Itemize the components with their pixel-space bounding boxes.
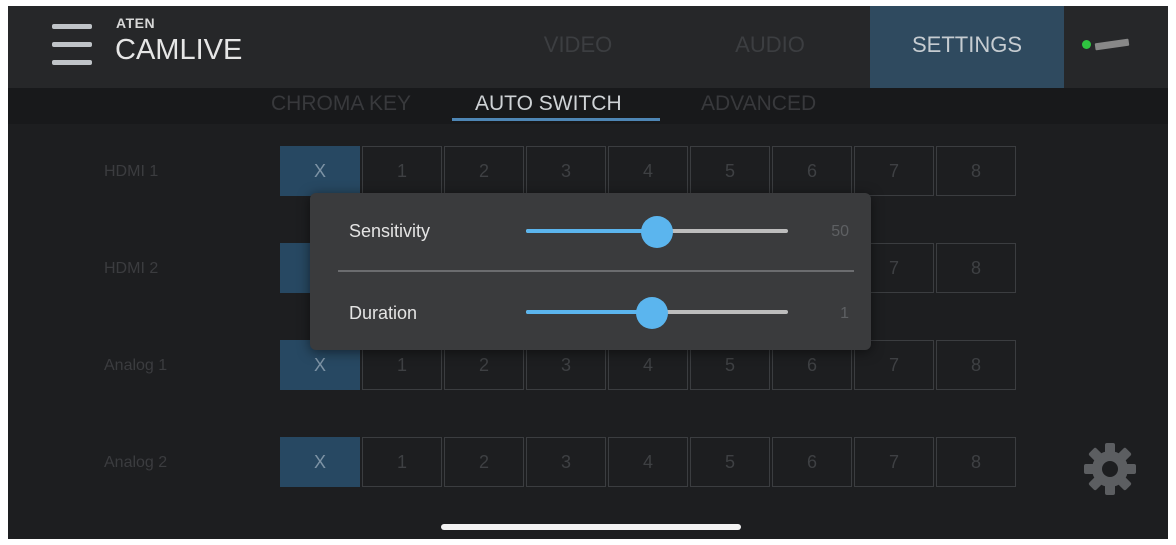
source-button-1[interactable]: 1 (362, 146, 442, 196)
source-button-8[interactable]: 8 (936, 340, 1016, 390)
source-button-5[interactable]: 5 (690, 437, 770, 487)
slider-thumb[interactable] (635, 297, 668, 329)
gear-icon[interactable] (1082, 441, 1138, 497)
row-label-analog-2: Analog 2 (104, 454, 168, 471)
tab-video[interactable]: VIDEO (488, 6, 668, 88)
active-tab-underline (452, 118, 660, 121)
device-status-icon (1082, 38, 1130, 52)
status-indicator (1082, 40, 1091, 49)
source-button-6[interactable]: 6 (772, 437, 852, 487)
tab-advanced[interactable]: ADVANCED (701, 92, 816, 116)
brand-logo: ATEN (116, 15, 156, 31)
source-button-8[interactable]: 8 (936, 437, 1016, 487)
source-button-7[interactable]: 7 (854, 437, 934, 487)
hamburger-menu-icon[interactable] (52, 24, 92, 68)
source-button-x[interactable]: X (280, 146, 360, 196)
source-button-2[interactable]: 2 (444, 146, 524, 196)
duration-label: Duration (349, 303, 418, 323)
button-row-analog-2: X 1 2 3 4 5 6 7 8 (280, 437, 1018, 489)
auto-switch-settings-popup: Sensitivity 50 Duration 1 (310, 193, 871, 350)
sensitivity-value: 50 (831, 223, 849, 240)
source-button-2[interactable]: 2 (444, 437, 524, 487)
app-screen: ATEN CAMLIVE VIDEO AUDIO SETTINGS CHROMA… (8, 6, 1168, 539)
tab-auto-switch[interactable]: AUTO SWITCH (475, 92, 622, 116)
slider-fill (526, 229, 657, 233)
button-row-hdmi-1: X 1 2 3 4 5 6 7 8 (280, 146, 1018, 198)
duration-slider[interactable] (526, 297, 788, 329)
source-button-8[interactable]: 8 (936, 146, 1016, 196)
tab-audio[interactable]: AUDIO (680, 6, 860, 88)
source-button-6[interactable]: 6 (772, 146, 852, 196)
sub-tab-bar: CHROMA KEY AUTO SWITCH ADVANCED (8, 88, 1168, 124)
device-icon (1094, 38, 1130, 51)
source-button-4[interactable]: 4 (608, 437, 688, 487)
source-button-8[interactable]: 8 (936, 243, 1016, 293)
sensitivity-label: Sensitivity (349, 221, 431, 241)
source-button-3[interactable]: 3 (526, 146, 606, 196)
source-button-x[interactable]: X (280, 437, 360, 487)
divider (338, 270, 854, 272)
tab-settings[interactable]: SETTINGS (870, 6, 1064, 88)
sensitivity-slider[interactable] (526, 216, 788, 248)
source-button-7[interactable]: 7 (854, 146, 934, 196)
slider-fill (526, 310, 652, 314)
home-indicator[interactable] (441, 524, 741, 530)
app-name: CAMLIVE (115, 34, 243, 66)
source-button-5[interactable]: 5 (690, 146, 770, 196)
duration-value: 1 (840, 305, 849, 322)
tab-chroma-key[interactable]: CHROMA KEY (271, 92, 411, 116)
header: ATEN CAMLIVE VIDEO AUDIO SETTINGS (8, 6, 1168, 88)
row-label-analog-1: Analog 1 (104, 357, 168, 374)
source-button-1[interactable]: 1 (362, 437, 442, 487)
source-button-3[interactable]: 3 (526, 437, 606, 487)
row-label-hdmi-1: HDMI 1 (104, 163, 159, 180)
row-label-hdmi-2: HDMI 2 (104, 260, 159, 277)
source-button-4[interactable]: 4 (608, 146, 688, 196)
slider-thumb[interactable] (641, 216, 673, 248)
